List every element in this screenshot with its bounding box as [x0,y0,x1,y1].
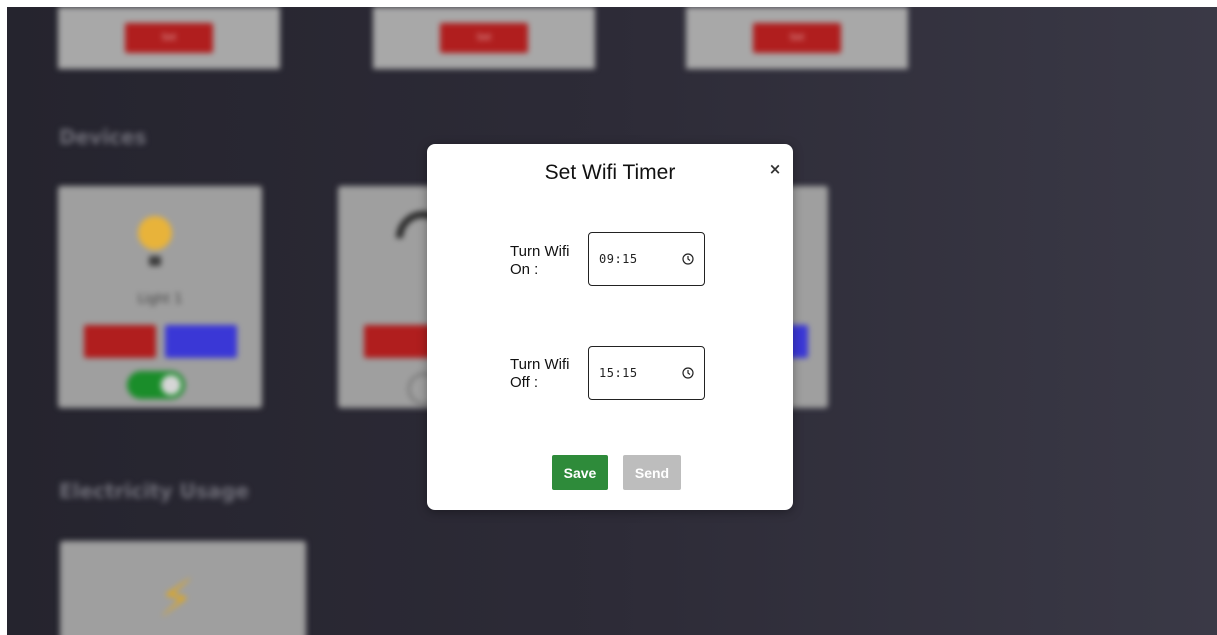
device-card-light: Light 1 [58,186,262,408]
set-button[interactable]: Set [753,23,841,53]
wifi-on-time-field[interactable] [588,232,705,286]
device-name: Light 1 [137,292,183,307]
save-button[interactable]: Save [552,455,608,490]
send-button[interactable]: Send [623,455,681,490]
clock-icon[interactable] [682,253,694,265]
wifi-on-label: Turn Wifi On : [510,243,570,278]
toggle-knob [161,375,181,395]
electricity-card: ⚡ [60,541,306,635]
lightbulb-icon [138,216,172,250]
device-set-button[interactable] [364,325,436,358]
top-card: Set [58,7,280,69]
set-button[interactable]: Set [125,23,213,53]
wifi-off-time-input[interactable] [599,366,669,380]
device-delete-button[interactable] [165,325,237,358]
wifi-timer-modal: Set Wifi Timer × Turn Wifi On : Turn Wif… [427,144,793,510]
set-button[interactable]: Set [440,23,528,53]
modal-title: Set Wifi Timer [544,161,676,184]
electricity-heading: Electricity Usage [59,479,250,503]
clock-icon[interactable] [682,367,694,379]
top-card: Set [373,7,595,69]
close-icon[interactable]: × [766,160,784,178]
wifi-off-label: Turn Wifi Off : [510,356,570,391]
lightning-icon: ⚡ [158,569,195,629]
lightbulb-base [149,256,161,266]
device-power-toggle[interactable] [127,371,185,399]
device-set-button[interactable] [84,325,156,358]
devices-heading: Devices [59,125,147,149]
wifi-on-time-input[interactable] [599,252,669,266]
top-card: Set [686,7,908,69]
wifi-off-time-field[interactable] [588,346,705,400]
